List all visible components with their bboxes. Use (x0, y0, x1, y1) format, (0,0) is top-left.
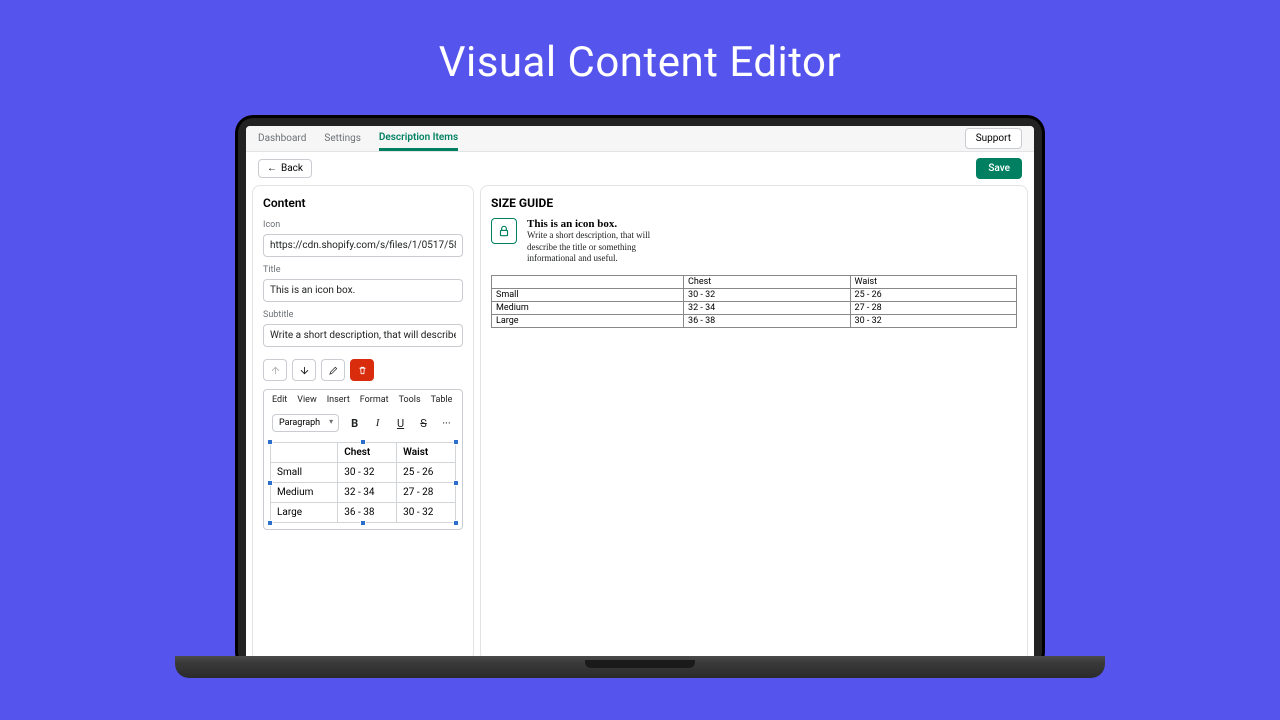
arrow-down-icon (299, 365, 310, 376)
icon-input[interactable] (263, 234, 463, 257)
selection-handle[interactable] (360, 520, 366, 526)
app-screen: Dashboard Settings Description Items Sup… (246, 126, 1034, 667)
more-button[interactable]: ··· (439, 414, 454, 432)
strikethrough-button[interactable]: S (416, 414, 431, 432)
tab-settings[interactable]: Settings (324, 126, 361, 151)
move-down-button[interactable] (292, 359, 316, 381)
italic-button[interactable]: I (370, 414, 385, 432)
iconbox-subtitle: Write a short description, that will des… (527, 230, 677, 265)
bold-button[interactable]: B (347, 414, 362, 432)
icon-box: This is an icon box. Write a short descr… (491, 218, 1017, 265)
underline-button[interactable]: U (393, 414, 408, 432)
delete-button[interactable] (350, 359, 374, 381)
content-panel: Content Icon Title Subtitle (252, 185, 474, 661)
preview-title: SIZE GUIDE (491, 196, 1017, 210)
menu-table[interactable]: Table (431, 395, 453, 405)
editor-table[interactable]: ChestWaist Small30 - 3225 - 26 Medium32 … (270, 442, 456, 523)
tab-dashboard[interactable]: Dashboard (258, 126, 306, 151)
selection-handle[interactable] (453, 520, 459, 526)
selection-handle[interactable] (453, 480, 459, 486)
back-button[interactable]: ← Back (258, 159, 312, 178)
save-button[interactable]: Save (976, 158, 1022, 179)
selection-handle[interactable] (267, 520, 273, 526)
title-label: Title (263, 265, 463, 275)
laptop-frame: Dashboard Settings Description Items Sup… (235, 115, 1045, 670)
action-bar: ← Back Save (246, 152, 1034, 185)
back-label: Back (281, 163, 303, 174)
paragraph-select[interactable]: Paragraph (272, 414, 339, 432)
selection-handle[interactable] (453, 439, 459, 445)
rich-text-editor: Edit View Insert Format Tools Table Para… (263, 389, 463, 530)
support-button[interactable]: Support (965, 128, 1022, 149)
subtitle-input[interactable] (263, 324, 463, 347)
hero-title: Visual Content Editor (0, 0, 1280, 115)
menu-view[interactable]: View (297, 395, 316, 405)
title-input[interactable] (263, 279, 463, 302)
editor-toolbar: Paragraph B I U S ··· (264, 410, 462, 436)
selection-handle[interactable] (360, 439, 366, 445)
arrow-up-icon (270, 365, 281, 376)
menu-edit[interactable]: Edit (272, 395, 287, 405)
move-up-button[interactable] (263, 359, 287, 381)
laptop-base (175, 656, 1105, 678)
top-nav: Dashboard Settings Description Items Sup… (246, 126, 1034, 152)
editor-menubar: Edit View Insert Format Tools Table (264, 390, 462, 410)
tab-description-items[interactable]: Description Items (379, 126, 458, 151)
preview-panel: SIZE GUIDE This is an icon box. Write a … (480, 185, 1028, 661)
iconbox-title: This is an icon box. (527, 218, 677, 230)
content-heading: Content (263, 196, 463, 210)
menu-tools[interactable]: Tools (399, 395, 421, 405)
trash-icon (357, 365, 368, 376)
selection-handle[interactable] (267, 439, 273, 445)
preview-table: ChestWaist Small30 - 3225 - 26 Medium32 … (491, 275, 1017, 328)
arrow-left-icon: ← (267, 163, 277, 174)
lock-icon (491, 218, 517, 244)
selection-handle[interactable] (267, 480, 273, 486)
laptop-notch (585, 660, 695, 668)
brush-icon (328, 365, 339, 376)
menu-format[interactable]: Format (360, 395, 389, 405)
editor-body[interactable]: ChestWaist Small30 - 3225 - 26 Medium32 … (264, 436, 462, 529)
icon-label: Icon (263, 220, 463, 230)
subtitle-label: Subtitle (263, 310, 463, 320)
edit-button[interactable] (321, 359, 345, 381)
menu-insert[interactable]: Insert (327, 395, 350, 405)
